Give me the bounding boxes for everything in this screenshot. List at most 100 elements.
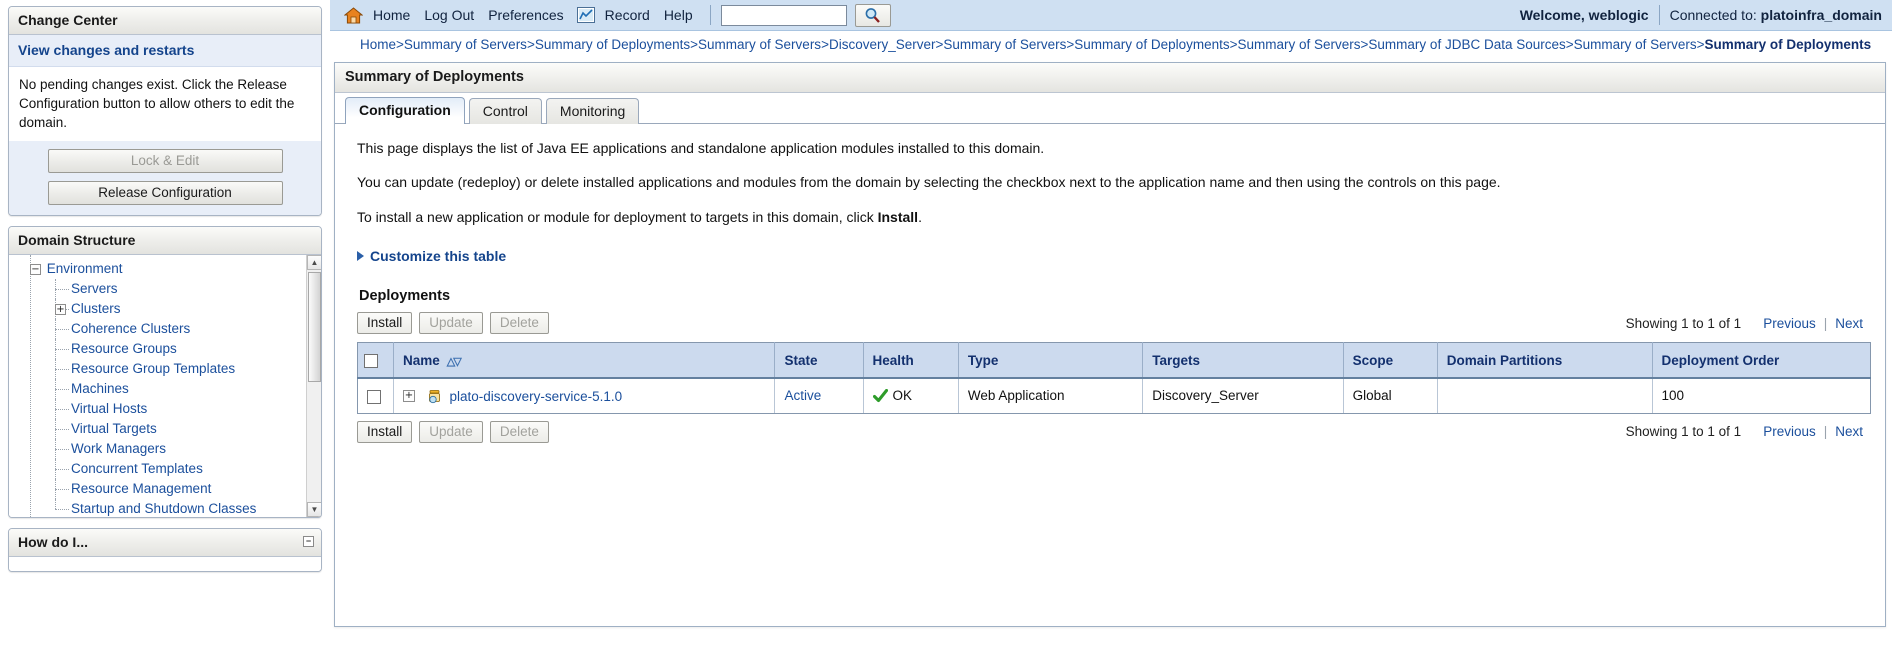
column-header-type[interactable]: Type (958, 342, 1144, 379)
tree-link-coherence-clusters[interactable]: Coherence Clusters (71, 321, 190, 336)
green-check-icon (872, 388, 888, 402)
view-changes-and-restarts-link[interactable]: View changes and restarts (18, 42, 194, 58)
tree-node-virtual-hosts[interactable]: Virtual Hosts (15, 399, 321, 420)
tree-link-virtual-targets[interactable]: Virtual Targets (71, 421, 157, 436)
tree-link-concurrent-templates[interactable]: Concurrent Templates (71, 461, 203, 476)
tree-link-servers[interactable]: Servers (71, 281, 118, 296)
tree-link-virtual-hosts[interactable]: Virtual Hosts (71, 401, 147, 416)
change-center-buttons: Lock & Edit Release Configuration (9, 141, 321, 216)
customize-this-table-link[interactable]: Customize this table (357, 248, 1871, 264)
breadcrumb-item-home[interactable]: Home (360, 37, 396, 52)
update-button-bottom[interactable]: Update (419, 420, 483, 443)
select-all-checkbox[interactable] (364, 353, 378, 368)
install-button-top[interactable]: Install (357, 312, 413, 335)
clusters-expand-icon[interactable]: + (55, 304, 66, 316)
nav-link-home[interactable]: Home (366, 7, 417, 23)
tree-link-resource-group-templates[interactable]: Resource Group Templates (71, 361, 235, 376)
breadcrumb-item-2[interactable]: Summary of Deployments (535, 37, 690, 52)
tree-node-resource-groups[interactable]: Resource Groups (15, 339, 321, 360)
row-checkbox[interactable] (367, 389, 381, 404)
scroll-down-arrow-icon[interactable]: ▼ (307, 502, 321, 518)
how-do-i-collapse-icon[interactable]: − (303, 536, 314, 548)
domain-structure-panel: Domain Structure − Environment Servers +… (8, 226, 322, 519)
tree-elbow (55, 479, 71, 500)
magnifier-icon (865, 7, 880, 23)
tab-monitoring[interactable]: Monitoring (545, 97, 640, 124)
nav-link-preferences[interactable]: Preferences (481, 7, 570, 23)
deployments-table-head: Name △▽ State Health Type Targets Scope D… (357, 342, 1871, 379)
breadcrumb-item-7[interactable]: Summary of Servers (1238, 37, 1361, 52)
intro-paragraph-1: This page displays the list of Java EE a… (357, 139, 1045, 156)
lock-and-edit-button[interactable]: Lock & Edit (47, 149, 283, 174)
tree-node-servers[interactable]: Servers (15, 279, 321, 300)
next-link-top[interactable]: Next (1827, 316, 1871, 331)
row-select-cell (357, 377, 394, 414)
change-center-title-text: Change Center (18, 12, 118, 28)
row-health-cell: OK (863, 377, 959, 414)
nav-link-help[interactable]: Help (657, 7, 700, 23)
nav-link-log-out[interactable]: Log Out (417, 7, 481, 23)
tab-configuration[interactable]: Configuration (345, 96, 465, 124)
update-button-top[interactable]: Update (419, 312, 483, 335)
record-icon (576, 7, 595, 23)
breadcrumb-item-5[interactable]: Summary of Servers (943, 37, 1066, 52)
tree-node-concurrent-templates[interactable]: Concurrent Templates (15, 459, 321, 480)
tree-root: − Environment Servers + Clusters Coheren… (9, 255, 321, 518)
previous-link-top[interactable]: Previous (1755, 316, 1824, 331)
column-header-domain-partitions[interactable]: Domain Partitions (1437, 342, 1653, 379)
next-link-bottom[interactable]: Next (1827, 424, 1871, 439)
column-header-targets[interactable]: Targets (1142, 342, 1344, 379)
tree-node-coherence-clusters[interactable]: Coherence Clusters (15, 319, 321, 340)
table-header-row: Name △▽ State Health Type Targets Scope D… (357, 342, 1871, 379)
breadcrumb-sep: > (1565, 37, 1574, 52)
pagination-top: Showing 1 to 1 of 1 Previous | Next (1626, 316, 1871, 331)
scroll-up-arrow-icon[interactable]: ▲ (307, 255, 321, 271)
search-input[interactable] (720, 4, 847, 26)
breadcrumb-item-3[interactable]: Summary of Servers (698, 37, 821, 52)
tree-link-environment[interactable]: Environment (47, 261, 123, 276)
delete-button-bottom[interactable]: Delete (489, 420, 549, 443)
tree-node-work-managers[interactable]: Work Managers (15, 439, 321, 460)
plus-icon[interactable]: + (403, 390, 415, 403)
tab-control[interactable]: Control (468, 97, 542, 124)
nav-link-record[interactable]: Record (598, 7, 657, 23)
tree-node-resource-group-templates[interactable]: Resource Group Templates (15, 359, 321, 380)
tree-link-resource-management[interactable]: Resource Management (71, 481, 211, 496)
tree-link-resource-groups[interactable]: Resource Groups (71, 341, 177, 356)
install-button-bottom[interactable]: Install (357, 420, 413, 443)
breadcrumb-item-8[interactable]: Summary of JDBC Data Sources (1368, 37, 1565, 52)
breadcrumb: Home>Summary of Servers>Summary of Deplo… (330, 31, 1892, 58)
tree-node-resource-management[interactable]: Resource Management (15, 479, 321, 500)
release-configuration-button[interactable]: Release Configuration (47, 181, 283, 206)
delete-button-top[interactable]: Delete (489, 312, 549, 335)
deployment-name-link[interactable]: plato-discovery-service-5.1.0 (450, 389, 623, 404)
column-header-state[interactable]: State (774, 342, 864, 379)
tree-link-clusters[interactable]: Clusters (71, 301, 121, 316)
deployments-section-heading: Deployments (359, 288, 451, 305)
tree-link-work-managers[interactable]: Work Managers (71, 441, 166, 456)
search-button[interactable] (854, 3, 891, 27)
breadcrumb-item-4[interactable]: Discovery_Server (829, 37, 936, 52)
environment-collapse-icon[interactable]: − (30, 264, 41, 276)
deployment-state-link[interactable]: Active (784, 388, 821, 403)
breadcrumb-item-9[interactable]: Summary of Servers (1574, 37, 1697, 52)
tree-node-machines[interactable]: Machines (15, 379, 321, 400)
tree-node-startup-shutdown-classes[interactable]: Startup and Shutdown Classes (15, 499, 321, 517)
column-header-scope[interactable]: Scope (1343, 342, 1438, 379)
tree-scrollbar[interactable]: ▲ ▼ (306, 255, 321, 518)
breadcrumb-item-6[interactable]: Summary of Deployments (1074, 37, 1229, 52)
column-header-name[interactable]: Name △▽ (393, 342, 776, 379)
breadcrumb-item-1[interactable]: Summary of Servers (404, 37, 527, 52)
column-header-deployment-order[interactable]: Deployment Order (1652, 342, 1871, 379)
content-body: This page displays the list of Java EE a… (335, 124, 1885, 443)
sort-ascending-icon[interactable]: △▽ (447, 355, 462, 368)
scrollbar-thumb[interactable] (308, 272, 321, 383)
tree-node-virtual-targets[interactable]: Virtual Targets (15, 419, 321, 440)
install-para-prefix: To install a new application or module f… (357, 208, 878, 225)
tree-node-clusters[interactable]: + Clusters (15, 299, 321, 320)
column-header-health[interactable]: Health (863, 342, 959, 379)
tree-link-machines[interactable]: Machines (71, 381, 129, 396)
tree-node-environment[interactable]: − Environment (15, 259, 321, 279)
previous-link-bottom[interactable]: Previous (1755, 424, 1824, 439)
tree-link-startup-shutdown-classes[interactable]: Startup and Shutdown Classes (71, 501, 256, 516)
